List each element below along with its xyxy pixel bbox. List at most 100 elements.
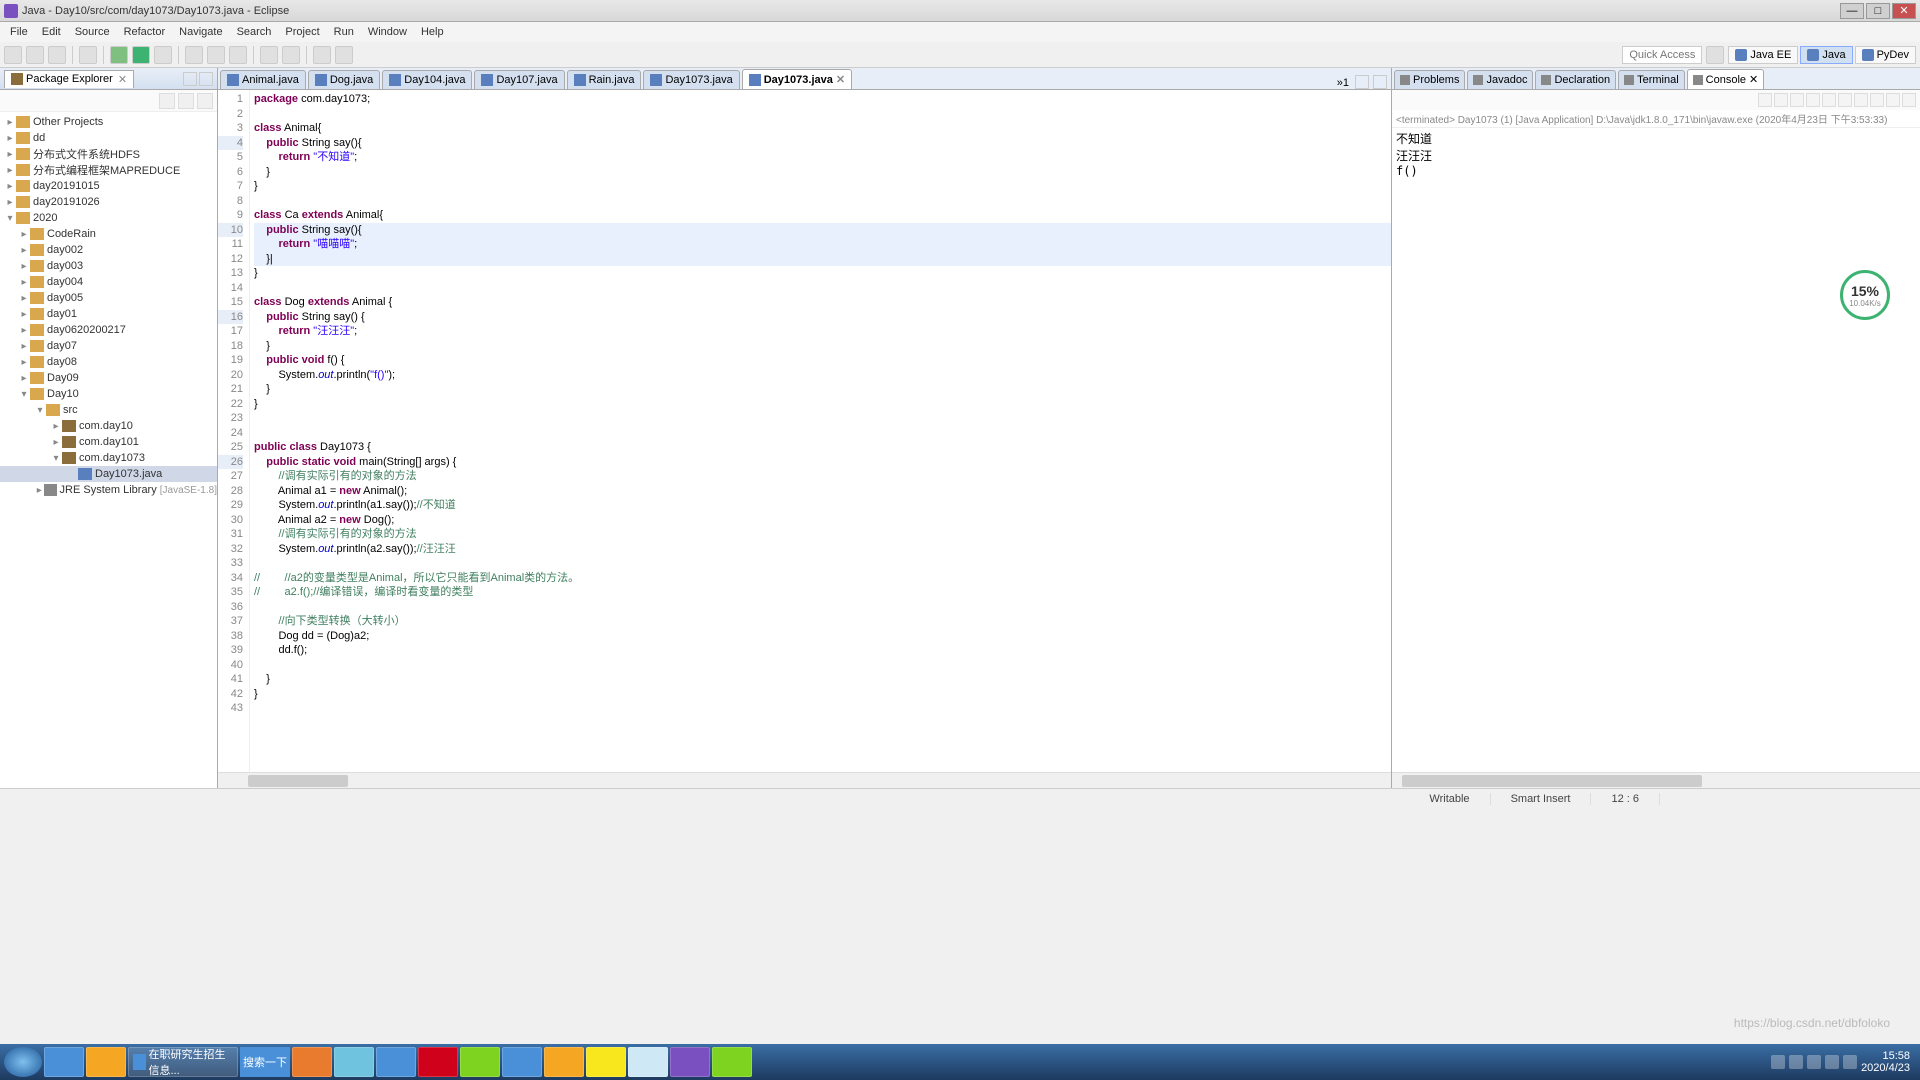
code-editor[interactable]: 1234567891011121314151617181920212223242… xyxy=(218,90,1391,772)
editor-tab[interactable]: Rain.java xyxy=(567,70,642,89)
taskbar-eclipse-icon[interactable] xyxy=(670,1047,710,1077)
taskbar-cloud-icon[interactable] xyxy=(376,1047,416,1077)
close-button[interactable]: ✕ xyxy=(1892,3,1916,19)
taskbar-app-icon[interactable] xyxy=(86,1047,126,1077)
editor-hscroll[interactable] xyxy=(218,772,1391,788)
taskbar-ie2-icon[interactable] xyxy=(502,1047,542,1077)
menu-window[interactable]: Window xyxy=(362,24,413,40)
menu-project[interactable]: Project xyxy=(279,24,325,40)
tree-node[interactable]: ▸JRE System Library[JavaSE-1.8] xyxy=(0,482,217,498)
nav-fwd-icon[interactable] xyxy=(335,46,353,64)
menu-search[interactable]: Search xyxy=(231,24,278,40)
package-tree[interactable]: ▸Other Projects▸dd▸分布式文件系统HDFS▸分布式编程框架MA… xyxy=(0,112,217,788)
menu-refactor[interactable]: Refactor xyxy=(118,24,172,40)
tree-node[interactable]: ▸dd xyxy=(0,130,217,146)
perspective-pydev[interactable]: PyDev xyxy=(1855,46,1916,64)
tree-node[interactable]: ▸day005 xyxy=(0,290,217,306)
view-tab-console[interactable]: Console ✕ xyxy=(1687,69,1765,89)
taskbar-ie-icon[interactable] xyxy=(44,1047,84,1077)
editor-tab[interactable]: Day107.java xyxy=(474,70,564,89)
editor-tab[interactable]: Dog.java xyxy=(308,70,380,89)
tree-node[interactable]: ▸day07 xyxy=(0,338,217,354)
view-min-icon[interactable] xyxy=(183,72,197,86)
tree-node[interactable]: ▾src xyxy=(0,402,217,418)
tree-node[interactable]: ▸day20191026 xyxy=(0,194,217,210)
tray-flag-icon[interactable] xyxy=(1789,1055,1803,1069)
taskbar-firefox-icon[interactable] xyxy=(292,1047,332,1077)
tray-up-icon[interactable] xyxy=(1771,1055,1785,1069)
editor-max-icon[interactable] xyxy=(1373,75,1387,89)
new-icon[interactable] xyxy=(4,46,22,64)
console-pin-icon[interactable] xyxy=(1790,93,1804,107)
taskbar-explorer-icon[interactable] xyxy=(586,1047,626,1077)
console-output[interactable]: 不知道 汪汪汪 f() xyxy=(1392,128,1920,772)
code-area[interactable]: package com.day1073; class Animal{ publi… xyxy=(250,90,1391,772)
menu-edit[interactable]: Edit xyxy=(36,24,67,40)
tree-node[interactable]: ▸com.day101 xyxy=(0,434,217,450)
nav-back-icon[interactable] xyxy=(313,46,331,64)
console-open-icon[interactable] xyxy=(1870,93,1884,107)
open-perspective-icon[interactable] xyxy=(1706,46,1724,64)
view-max-icon[interactable] xyxy=(1902,93,1916,107)
collapse-all-icon[interactable] xyxy=(159,93,175,109)
run-icon[interactable] xyxy=(132,46,150,64)
tree-node[interactable]: ▸day20191015 xyxy=(0,178,217,194)
minimize-button[interactable]: — xyxy=(1840,3,1864,19)
quick-access[interactable]: Quick Access xyxy=(1622,46,1702,64)
menu-navigate[interactable]: Navigate xyxy=(173,24,228,40)
editor-tab[interactable]: Day1073.java✕ xyxy=(742,69,852,89)
open-icon[interactable] xyxy=(260,46,278,64)
tree-node[interactable]: ▸分布式编程框架MAPREDUCE xyxy=(0,162,217,178)
view-tab-terminal[interactable]: Terminal xyxy=(1618,70,1685,89)
newclass-icon[interactable] xyxy=(207,46,225,64)
perspective-java[interactable]: Java xyxy=(1800,46,1852,64)
close-view-icon[interactable]: ✕ xyxy=(118,73,127,86)
tree-node[interactable]: ▸day0620200217 xyxy=(0,322,217,338)
view-tab-declaration[interactable]: Declaration xyxy=(1535,70,1616,89)
build-icon[interactable] xyxy=(79,46,97,64)
tree-node[interactable]: ▸day08 xyxy=(0,354,217,370)
editor-tab[interactable]: Day1073.java xyxy=(643,70,739,89)
refresh-icon[interactable] xyxy=(229,46,247,64)
newpkg-icon[interactable] xyxy=(185,46,203,64)
tree-node[interactable]: ▸day01 xyxy=(0,306,217,322)
menu-source[interactable]: Source xyxy=(69,24,116,40)
tree-node[interactable]: ▸day002 xyxy=(0,242,217,258)
console-hscroll[interactable] xyxy=(1392,772,1920,788)
editor-tab[interactable]: Animal.java xyxy=(220,70,306,89)
start-button[interactable] xyxy=(4,1047,42,1077)
console-terminate-icon[interactable] xyxy=(1838,93,1852,107)
tray-clock[interactable]: 15:58 2020/4/23 xyxy=(1861,1050,1910,1074)
tree-node[interactable]: ▸day003 xyxy=(0,258,217,274)
tree-node[interactable]: ▸day004 xyxy=(0,274,217,290)
tray-vol-icon[interactable] xyxy=(1825,1055,1839,1069)
editor-min-icon[interactable] xyxy=(1355,75,1369,89)
console-clear-icon[interactable] xyxy=(1758,93,1772,107)
tray-net-icon[interactable] xyxy=(1807,1055,1821,1069)
tab-overflow[interactable]: »1 xyxy=(1333,77,1353,89)
tree-node[interactable]: ▾2020 xyxy=(0,210,217,226)
tray-ime-icon[interactable] xyxy=(1843,1055,1857,1069)
maximize-button[interactable]: □ xyxy=(1866,3,1890,19)
menu-run[interactable]: Run xyxy=(328,24,360,40)
view-menu-icon[interactable] xyxy=(197,93,213,109)
link-editor-icon[interactable] xyxy=(178,93,194,109)
taskbar-360-icon[interactable] xyxy=(460,1047,500,1077)
tree-node[interactable]: ▾com.day1073 xyxy=(0,450,217,466)
tree-node[interactable]: ▸CodeRain xyxy=(0,226,217,242)
coverage-icon[interactable] xyxy=(154,46,172,64)
taskbar-browser-window[interactable]: 在职研究生招生信息... xyxy=(128,1047,238,1077)
editor-tab[interactable]: Day104.java xyxy=(382,70,472,89)
taskbar-search[interactable]: 搜索一下 xyxy=(240,1047,290,1077)
tree-node[interactable]: ▸分布式文件系统HDFS xyxy=(0,146,217,162)
console-scroll-lock-icon[interactable] xyxy=(1774,93,1788,107)
view-tab-problems[interactable]: Problems xyxy=(1394,70,1465,89)
tree-node[interactable]: Day1073.java xyxy=(0,466,217,482)
view-min-icon[interactable] xyxy=(1886,93,1900,107)
menu-file[interactable]: File xyxy=(4,24,34,40)
perspective-javaee[interactable]: Java EE xyxy=(1728,46,1798,64)
taskbar-app2-icon[interactable] xyxy=(334,1047,374,1077)
view-tab-javadoc[interactable]: Javadoc xyxy=(1467,70,1533,89)
taskbar-add-icon[interactable] xyxy=(712,1047,752,1077)
save-icon[interactable] xyxy=(26,46,44,64)
